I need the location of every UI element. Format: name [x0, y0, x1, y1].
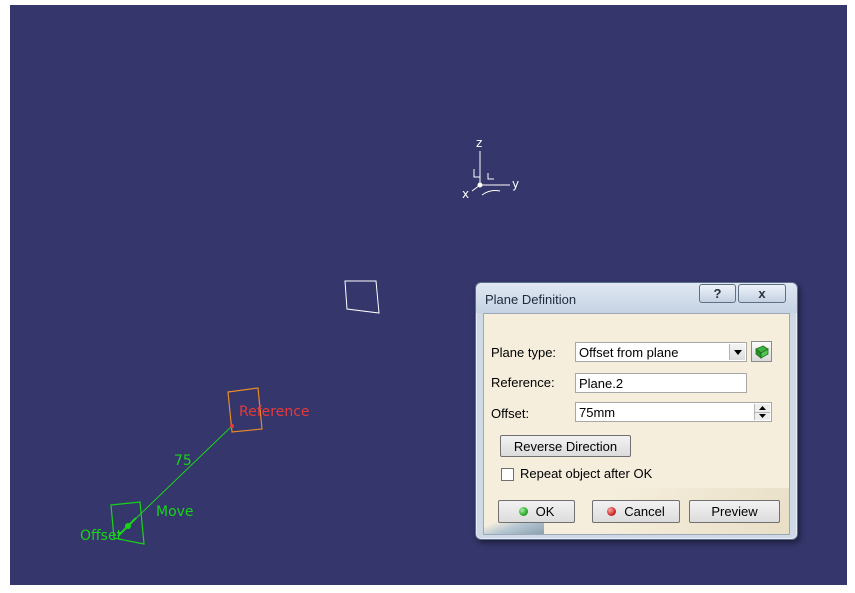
- axis-y-label: y: [512, 177, 520, 191]
- ok-green-dot-icon: [518, 507, 528, 516]
- reference-field-label: Reference:: [491, 375, 555, 390]
- offset-value-label[interactable]: 75: [174, 453, 192, 469]
- ok-label: OK: [535, 504, 555, 519]
- dialog-body: Plane type: Offset from plane Reference:…: [483, 313, 790, 535]
- preview-button[interactable]: Preview: [689, 500, 780, 523]
- spin-up-icon[interactable]: [755, 404, 770, 412]
- offset-value: 75mm: [579, 405, 616, 420]
- dialog-titlebar[interactable]: Plane Definition ? x: [476, 283, 797, 313]
- reference-label: Reference: [239, 404, 310, 420]
- cancel-button[interactable]: Cancel: [592, 500, 680, 523]
- plane-outline[interactable]: [344, 280, 380, 314]
- offset-spinner[interactable]: [754, 404, 770, 420]
- repeat-object-checkbox[interactable]: [501, 468, 514, 481]
- reference-point: [230, 424, 234, 428]
- move-label: Move: [156, 504, 194, 520]
- axis-z-label: z: [476, 136, 483, 150]
- help-button[interactable]: ?: [699, 284, 736, 303]
- dialog-title: Plane Definition: [485, 292, 577, 307]
- cancel-label: Cancel: [624, 504, 665, 519]
- axis-x-label: x: [462, 187, 470, 201]
- axis-triad: [471, 151, 510, 196]
- plane-type-label: Plane type:: [491, 345, 557, 360]
- chevron-down-icon[interactable]: [729, 344, 745, 360]
- close-button[interactable]: x: [738, 284, 786, 303]
- spin-down-icon[interactable]: [755, 411, 770, 421]
- cancel-red-dot-icon: [607, 507, 617, 516]
- ok-button[interactable]: OK: [498, 500, 575, 523]
- reference-field[interactable]: Plane.2: [575, 373, 747, 393]
- reverse-direction-button[interactable]: Reverse Direction: [500, 435, 631, 457]
- offset-label: Offset: [80, 528, 123, 544]
- plane-definition-dialog: Plane Definition ? x Plane type: Offset …: [475, 282, 798, 540]
- plane-options-icon[interactable]: [751, 341, 772, 362]
- plane-type-select[interactable]: Offset from plane: [575, 342, 747, 362]
- offset-field[interactable]: 75mm: [575, 402, 772, 422]
- offset-field-label: Offset:: [491, 406, 530, 421]
- repeat-object-label[interactable]: Repeat object after OK: [520, 466, 652, 481]
- plane-type-value: Offset from plane: [579, 345, 679, 360]
